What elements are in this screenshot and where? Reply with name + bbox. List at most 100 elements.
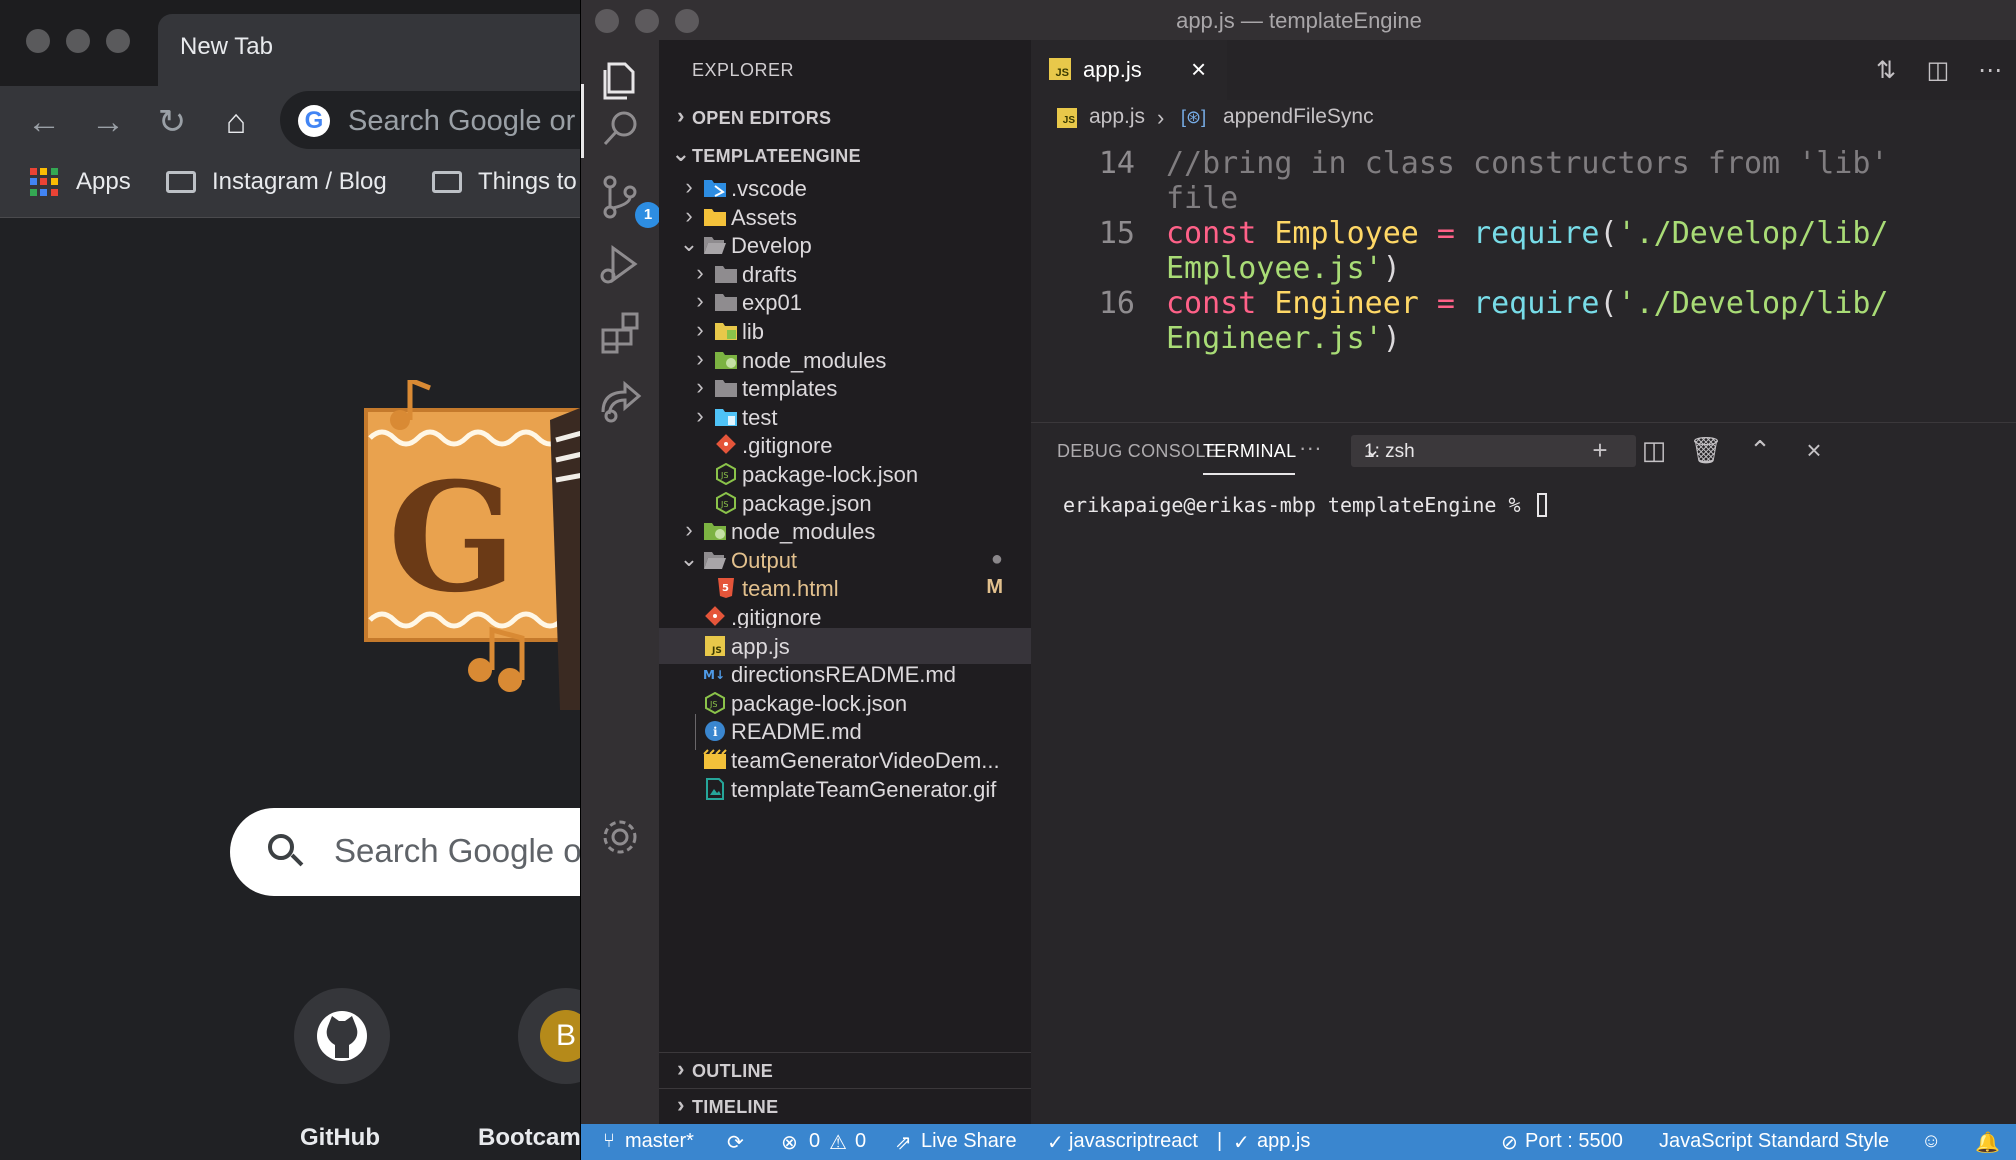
compare-changes-icon[interactable]: ⇅ xyxy=(1871,56,1901,86)
assets-folder-icon xyxy=(703,206,727,228)
line-number: 13 xyxy=(1055,136,1135,137)
home-icon[interactable]: ⌂ xyxy=(214,100,258,144)
zoom-window-button[interactable] xyxy=(106,29,130,53)
markdown-icon: M↓ xyxy=(703,663,727,685)
explorer-files-icon[interactable] xyxy=(595,56,645,106)
sync-icon[interactable]: ⟳ xyxy=(727,1130,744,1155)
timeline-section[interactable]: › TIMELINE xyxy=(659,1088,1031,1124)
trash-icon[interactable]: 🗑 xyxy=(1689,433,1723,467)
check-icon: ✓ xyxy=(1233,1132,1250,1154)
git-icon xyxy=(714,434,738,456)
terminal-panel: DEBUG CONSOLE TERMINAL ··· 1: zsh ⌄ + ◫ … xyxy=(1031,422,2016,1124)
terminal-output[interactable]: erikapaige@erikas-mbp templateEngine % xyxy=(1063,493,1547,517)
close-window-button[interactable] xyxy=(26,29,50,53)
chevron-right-icon: › xyxy=(677,1056,685,1081)
breadcrumb-symbol[interactable]: appendFileSync xyxy=(1223,105,1374,129)
bookmark-label: Instagram / Blog xyxy=(212,168,387,195)
tab-app-js[interactable]: JS app.js × xyxy=(1031,40,1227,100)
editor-tab-bar: JS app.js × ⇅ ◫ ⋯ xyxy=(1031,40,2016,100)
chrome-tabstrip: New Tab xyxy=(0,0,600,86)
chevron-right-icon: › xyxy=(696,345,704,371)
apps-grid-icon xyxy=(30,168,58,196)
code-token: ( xyxy=(1599,286,1618,321)
source-control-icon[interactable]: 1 xyxy=(595,172,661,228)
github-icon xyxy=(317,1011,367,1061)
extensions-icon[interactable] xyxy=(595,308,645,358)
google-g-icon: G xyxy=(298,105,330,137)
folder-icon xyxy=(432,171,462,193)
open-editors-section[interactable]: › OPEN EDITORS xyxy=(659,100,1031,136)
separator: | xyxy=(1217,1130,1223,1152)
tab-debug-console[interactable]: DEBUG CONSOLE xyxy=(1057,441,1218,462)
bookmark-folder-things[interactable]: Things to xyxy=(432,168,577,196)
folder-icon xyxy=(714,377,738,399)
language-check[interactable]: javascriptreact xyxy=(1069,1130,1198,1153)
symbol-variable-icon: [⊛] xyxy=(1181,107,1207,127)
code-text: const Engineer = require('./Develop/lib/ xyxy=(1166,286,1889,321)
tab-terminal[interactable]: TERMINAL xyxy=(1203,441,1296,462)
warning-count[interactable]: 0 xyxy=(855,1130,866,1153)
close-icon[interactable]: × xyxy=(1191,54,1206,85)
run-debug-icon[interactable] xyxy=(595,240,645,290)
chrome-window: New Tab ← → ↻ ⌂ G Search Google or type … xyxy=(0,0,600,1160)
feedback-icon[interactable]: ☺ xyxy=(1921,1130,1941,1153)
shortcut-label: Bootcamp xyxy=(478,1124,596,1151)
file-check[interactable]: app.js xyxy=(1257,1130,1310,1153)
close-panel-icon[interactable]: × xyxy=(1797,433,1831,467)
bookmarks-bar: Apps Instagram / Blog Things to xyxy=(0,156,600,218)
forward-arrow-icon[interactable]: → xyxy=(86,100,130,144)
bookmark-folder-instagram[interactable]: Instagram / Blog xyxy=(166,168,387,196)
reload-icon[interactable]: ↻ xyxy=(150,100,194,144)
back-arrow-icon[interactable]: ← xyxy=(22,100,66,144)
check-icon: ✓ xyxy=(1047,1132,1064,1154)
more-actions-icon[interactable]: ⋯ xyxy=(1975,56,2005,86)
live-server-port[interactable]: Port : 5500 xyxy=(1525,1130,1623,1153)
bell-icon[interactable]: 🔔 xyxy=(1975,1130,2000,1155)
project-root-section[interactable]: ⌄ TEMPLATEENGINE xyxy=(659,138,1031,174)
chevron-down-icon: ⌄ xyxy=(671,141,691,166)
file-item[interactable]: templateTeamGenerator.gif xyxy=(659,771,1031,807)
ntp-search-input[interactable]: Search Google or type a URL xyxy=(230,808,600,896)
folder-icon xyxy=(714,291,738,313)
minimize-window-button[interactable] xyxy=(66,29,90,53)
error-count[interactable]: 0 xyxy=(809,1130,820,1153)
code-token: = xyxy=(1418,286,1474,321)
git-icon xyxy=(703,606,727,628)
new-terminal-icon[interactable]: + xyxy=(1583,433,1617,467)
activity-bar: 1 xyxy=(581,40,661,1124)
git-branch[interactable]: master* xyxy=(625,1130,694,1153)
live-share-icon[interactable] xyxy=(595,376,645,426)
linter-style[interactable]: JavaScript Standard Style xyxy=(1659,1130,1889,1153)
line-number: 14 xyxy=(1098,146,1135,181)
outline-section[interactable]: › OUTLINE xyxy=(659,1052,1031,1088)
code-token: //bring in class constructors from 'lib' xyxy=(1166,146,1889,181)
chevron-right-icon: › xyxy=(696,259,704,285)
chevron-right-icon: › xyxy=(685,174,693,199)
settings-gear-icon[interactable] xyxy=(595,812,645,862)
code-token: Employee.js' xyxy=(1166,251,1383,286)
code-line: Engineer.js') xyxy=(1031,321,2016,366)
omnibox[interactable]: G Search Google or type a URL xyxy=(280,91,600,149)
code-token: ) xyxy=(1382,321,1401,356)
search-icon[interactable] xyxy=(595,104,645,154)
chevron-right-icon: › xyxy=(696,374,704,400)
panel-more-icon[interactable]: ··· xyxy=(1299,435,1322,461)
svg-text:M↓: M↓ xyxy=(703,668,725,682)
code-token: ( xyxy=(1599,216,1618,251)
chrome-tab-new-tab[interactable]: New Tab xyxy=(158,14,600,86)
live-share-status[interactable]: Live Share xyxy=(921,1130,1017,1153)
live-share-icon: ⇗ xyxy=(895,1132,912,1154)
js-icon: JS xyxy=(703,635,727,657)
split-editor-icon[interactable]: ◫ xyxy=(1923,56,1953,86)
terminal-cursor xyxy=(1536,493,1547,517)
bookmark-label: Things to xyxy=(478,168,577,195)
code-editor[interactable]: 13 14 //bring in class constructors from … xyxy=(1031,136,2016,422)
maximize-panel-icon[interactable]: ⌃ xyxy=(1743,433,1777,467)
breadcrumb-file[interactable]: app.js xyxy=(1089,105,1145,129)
shortcut-github[interactable] xyxy=(294,988,390,1084)
split-terminal-icon[interactable]: ◫ xyxy=(1637,433,1671,467)
bookmark-apps[interactable]: Apps xyxy=(30,168,131,196)
window-title: app.js — templateEngine xyxy=(1176,8,1422,33)
google-doodle-image[interactable]: G xyxy=(360,380,600,710)
code-token: file xyxy=(1166,181,1239,216)
